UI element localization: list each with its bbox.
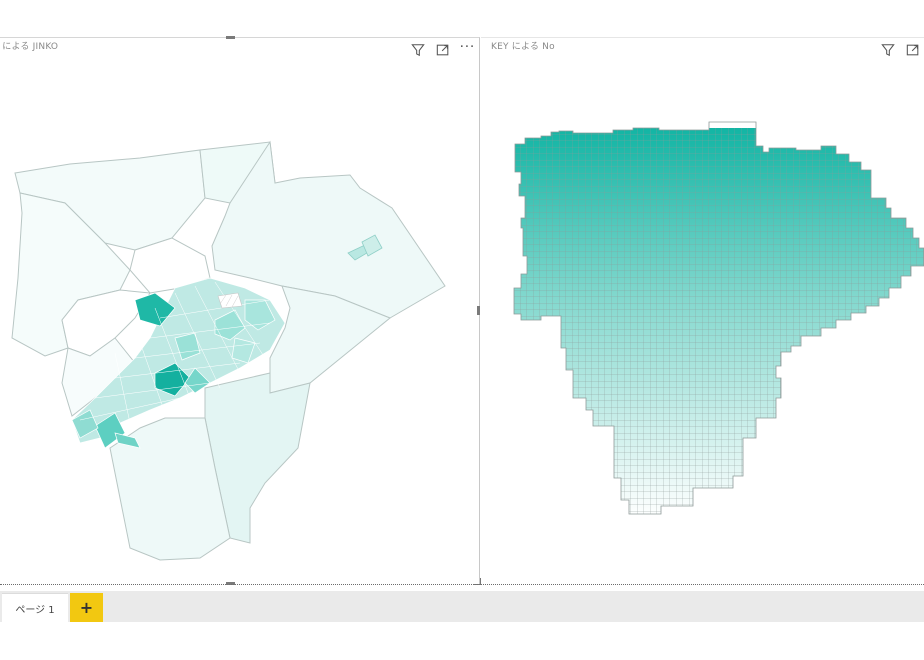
more-options-icon[interactable]: ··· <box>460 40 475 55</box>
mesh-grid-map <box>513 121 924 515</box>
choropleth-visual[interactable]: / による JINKO ··· <box>0 37 480 585</box>
visual-title-jinko: / による JINKO <box>0 42 59 52</box>
municipal-choropleth-map <box>11 140 446 561</box>
resize-handle-top[interactable] <box>226 36 235 39</box>
filter-icon[interactable] <box>410 42 425 57</box>
grid-map-visual[interactable]: KEY による No <box>481 37 924 585</box>
canvas-boundary <box>0 584 924 585</box>
focus-mode-icon[interactable] <box>435 42 450 57</box>
add-page-button[interactable]: + <box>70 593 103 622</box>
page-tab-bar: ページ 1 + <box>0 591 924 623</box>
visual-title-key-no: KEY による No <box>491 42 555 52</box>
tab-page-1[interactable]: ページ 1 <box>2 593 68 623</box>
resize-handle-right[interactable] <box>477 306 480 315</box>
focus-mode-icon[interactable] <box>905 42 920 57</box>
filter-icon[interactable] <box>880 42 895 57</box>
hatched-area <box>217 292 243 309</box>
